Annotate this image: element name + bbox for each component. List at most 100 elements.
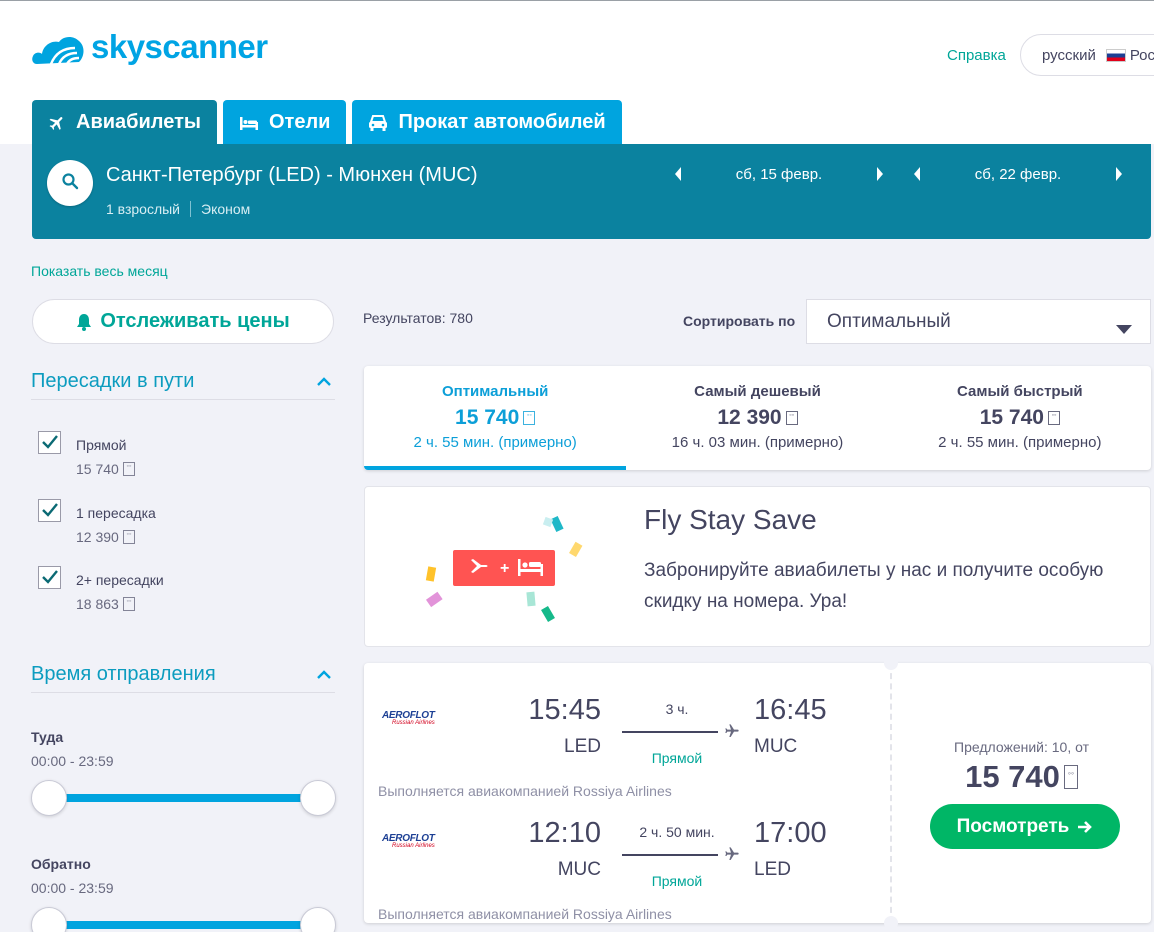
russia-flag-icon — [1105, 48, 1126, 62]
skyscanner-logo[interactable]: skyscanner — [31, 28, 268, 69]
top-header: skyscanner Справка русский Рос Авиабилет… — [0, 0, 1154, 145]
tab-label: Прокат автомобилей — [398, 111, 606, 133]
sort-tab-title: Оптимальный — [441, 383, 549, 400]
aeroflot-logo: AEROFLOT Russian Airlines — [382, 833, 435, 849]
price-value: 12 390 — [717, 406, 782, 429]
depart-date[interactable]: сб, 15 февр. — [688, 166, 870, 183]
outbound-slider-max-handle[interactable] — [300, 780, 336, 816]
ruble-icon: ◦◦ — [1063, 765, 1078, 789]
flight-plus-hotel-illustration: + — [425, 515, 583, 623]
return-leg: AEROFLOT Russian Airlines 12:10 MUC 2 ч.… — [364, 802, 890, 922]
sort-tab-price: 15 740 ◦◦ — [889, 406, 1151, 430]
outbound-time-slider-track[interactable] — [49, 794, 319, 802]
chevron-up-icon — [317, 670, 331, 679]
bell-icon — [76, 313, 92, 331]
return-next-date-arrow-icon[interactable] — [1109, 162, 1129, 186]
ruble-icon: ◦◦ — [122, 462, 135, 476]
track-prices-button[interactable]: Отслеживать цены — [32, 299, 334, 344]
departure-airport-code: LED — [564, 736, 601, 757]
option-price: 12 390 ◦◦ — [76, 529, 135, 545]
chevron-up-icon — [317, 377, 331, 386]
promo-description: Забронируйте авиабилеты у нас и получите… — [644, 560, 1104, 612]
sort-tab-fastest[interactable]: Самый быстрый 15 740 ◦◦ 2 ч. 55 мин. (при… — [889, 366, 1151, 470]
stops-filter-title: Пересадки в пути — [31, 370, 195, 392]
return-slider-min-handle[interactable] — [31, 907, 67, 932]
two-plus-checkbox[interactable] — [38, 566, 61, 589]
caret-down-icon — [1116, 318, 1132, 340]
route-summary: Санкт-Петербург (LED) - Мюнхен (MUC) — [106, 164, 478, 186]
fly-stay-save-promo[interactable]: + Fly Stay Save Забронируйте авиабилеты … — [364, 486, 1151, 647]
sort-tab-title: Самый дешевый — [694, 383, 821, 400]
departure-time: 12:10 — [528, 817, 601, 849]
cabin-class: Эконом — [201, 201, 251, 217]
ticket-notch — [884, 916, 898, 930]
arrival-time: 16:45 — [754, 694, 827, 726]
help-link[interactable]: Справка — [947, 47, 1006, 64]
return-time-range: 00:00 - 23:59 — [31, 880, 114, 896]
tab-flights[interactable]: Авиабилеты — [32, 100, 217, 145]
option-label: 1 пересадка — [76, 505, 156, 521]
airline-subtitle: Russian Airlines — [392, 843, 435, 849]
flight-result-card[interactable]: AEROFLOT Russian Airlines 15:45 LED 3 ч.… — [364, 656, 1151, 930]
return-date[interactable]: сб, 22 февр. — [927, 166, 1109, 183]
arrival-time: 17:00 — [754, 817, 827, 849]
return-date-picker: сб, 22 февр. — [907, 162, 1129, 186]
outbound-leg: AEROFLOT Russian Airlines 15:45 LED 3 ч.… — [364, 679, 890, 799]
depart-prev-date-arrow-icon[interactable] — [668, 162, 688, 186]
option-price: 15 740 ◦◦ — [76, 461, 135, 477]
results-count: Результатов: 780 — [363, 310, 473, 326]
stops-option-two-plus[interactable]: 2+ пересадки 18 863 ◦◦ — [38, 566, 298, 616]
tab-hotels[interactable]: Отели — [222, 100, 347, 145]
departure-airport-code: MUC — [557, 859, 601, 880]
depart-next-date-arrow-icon[interactable] — [870, 162, 890, 186]
ticket-notch — [884, 656, 898, 670]
airline-subtitle: Russian Airlines — [392, 720, 435, 726]
card-price: 15 740 ◦◦ — [892, 759, 1151, 795]
stops-filter-header[interactable]: Пересадки в пути — [31, 364, 335, 400]
search-summary-bar[interactable]: Санкт-Петербург (LED) - Мюнхен (MUC) 1 в… — [32, 144, 1151, 239]
departure-time-filter-header[interactable]: Время отправления — [31, 657, 335, 693]
flight-duration: 3 ч. — [665, 701, 689, 717]
flight-duration: 2 ч. 50 мин. — [639, 824, 715, 840]
arrival-airport-code: LED — [754, 859, 791, 880]
arrow-right-icon — [1077, 820, 1093, 834]
price-value: 18 863 — [76, 596, 119, 612]
stops-info: Прямой — [651, 750, 703, 766]
direct-checkbox[interactable] — [38, 431, 61, 454]
tab-label: Отели — [268, 111, 331, 133]
operated-by-note: Выполняется авиакомпанией Rossiya Airlin… — [378, 783, 672, 799]
sort-tab-cheapest[interactable]: Самый дешевый 12 390 ◦◦ 16 ч. 03 мин. (пр… — [626, 366, 888, 470]
sort-tab-price: 12 390 ◦◦ — [626, 406, 888, 430]
checkmark-icon — [42, 435, 58, 449]
show-whole-month-link[interactable]: Показать весь месяц — [31, 263, 168, 279]
sort-tab-best[interactable]: Оптимальный 15 740 ◦◦ 2 ч. 55 мин. (приме… — [364, 366, 627, 470]
stops-option-direct[interactable]: Прямой 15 740 ◦◦ — [38, 431, 298, 481]
plane-icon — [724, 723, 740, 739]
ruble-icon: ◦◦ — [785, 411, 798, 425]
sort-dropdown[interactable]: Оптимальный — [806, 299, 1151, 344]
checkmark-icon — [42, 503, 58, 517]
plane-icon — [724, 846, 740, 862]
return-slider-max-handle[interactable] — [300, 907, 336, 932]
search-icon — [61, 172, 79, 195]
tab-car-hire[interactable]: Прокат автомобилей — [352, 100, 622, 145]
outbound-time-range: 00:00 - 23:59 — [31, 753, 114, 769]
meta-divider — [190, 201, 191, 217]
option-label: Прямой — [76, 437, 127, 453]
skyscanner-cloud-icon — [32, 36, 84, 65]
option-label: 2+ пересадки — [76, 572, 164, 588]
ruble-icon: ◦◦ — [122, 597, 135, 611]
outbound-time-label: Туда — [31, 729, 64, 745]
car-icon — [368, 114, 388, 132]
product-tabs: Авиабилеты Отели Прокат автомобилей — [32, 100, 622, 145]
outbound-slider-min-handle[interactable] — [31, 780, 67, 816]
one-stop-checkbox[interactable] — [38, 499, 61, 522]
view-deal-button[interactable]: Посмотреть — [930, 804, 1120, 849]
stops-option-one-stop[interactable]: 1 пересадка 12 390 ◦◦ — [38, 499, 298, 549]
price-value: 15 740 — [979, 406, 1044, 429]
language-selector[interactable]: русский Рос — [1020, 34, 1154, 76]
edit-search-button[interactable] — [47, 160, 93, 206]
return-time-slider-track[interactable] — [49, 921, 319, 929]
price-value: 12 390 — [76, 529, 119, 545]
return-prev-date-arrow-icon[interactable] — [907, 162, 927, 186]
